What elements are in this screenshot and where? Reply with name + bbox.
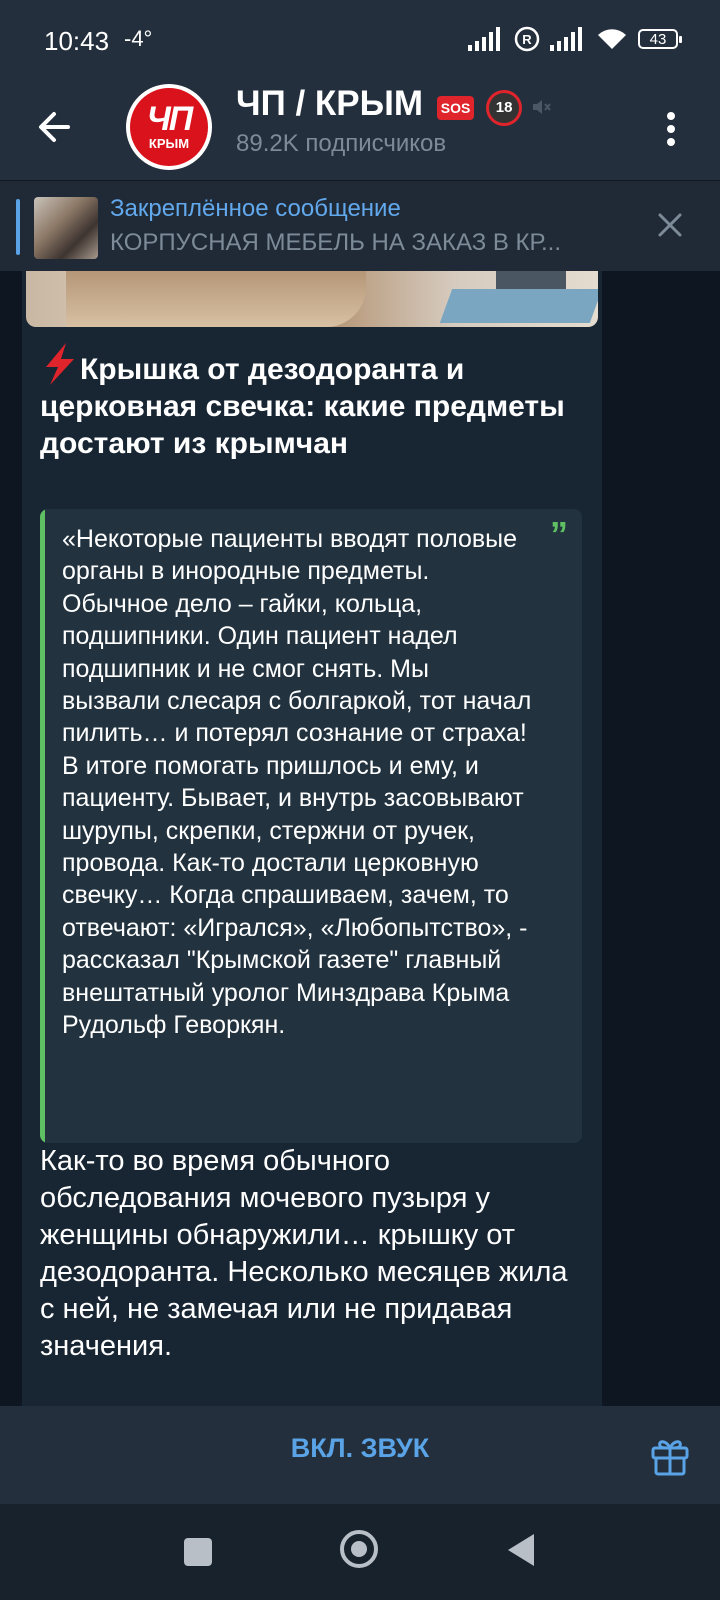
battery-icon: 43	[638, 29, 682, 49]
message-body: Как-то во время обычного обследования мо…	[40, 1145, 568, 1362]
wifi-icon	[598, 29, 626, 49]
gift-icon[interactable]	[648, 1434, 692, 1478]
more-vert-icon[interactable]	[656, 104, 686, 154]
svg-text:R: R	[522, 32, 532, 47]
channel-avatar[interactable]: ЧП КРЫМ	[126, 84, 212, 170]
battery-level: 43	[649, 31, 667, 48]
channel-title[interactable]: ЧП / КРЫМ SOS 18	[236, 84, 523, 126]
recent-apps-icon[interactable]	[184, 1538, 212, 1566]
unmute-button[interactable]: ВКЛ. ЗВУК	[240, 1432, 480, 1465]
sos-badge: SOS	[436, 95, 475, 120]
bottom-bar: ВКЛ. ЗВУК	[0, 1406, 720, 1504]
message-photo[interactable]	[26, 271, 598, 327]
pinned-text: КОРПУСНАЯ МЕБЕЛЬ НА ЗАКАЗ В КР...	[110, 229, 562, 256]
chat-header: ЧП КРЫМ ЧП / КРЫМ SOS 18 89.2K подписчик…	[0, 78, 720, 180]
pinned-thumbnail	[34, 197, 98, 259]
system-navigation-bar	[0, 1504, 720, 1600]
message-quote: ” «Некоторые пациенты вводят половые орг…	[40, 509, 582, 1143]
pinned-message-bar[interactable]: Закреплённое сообщение КОРПУСНАЯ МЕБЕЛЬ …	[0, 180, 720, 271]
headline-text: Крышка от дезодоранта и церковная свечка…	[40, 353, 565, 460]
age-restriction-badge: 18	[486, 89, 523, 126]
message-headline: Крышка от дезодоранта и церковная свечка…	[40, 343, 588, 462]
avatar-logo-subtext: КРЫМ	[148, 136, 190, 151]
chat-area: Крышка от дезодоранта и церковная свечка…	[0, 271, 720, 1406]
quote-icon: ”	[550, 514, 568, 555]
status-icons: R 43	[468, 24, 682, 54]
pinned-title: Закреплённое сообщение	[110, 195, 401, 222]
signal-icon-2	[550, 27, 582, 51]
message-bubble[interactable]: Крышка от дезодоранта и церковная свечка…	[22, 271, 602, 1406]
signal-icon	[468, 27, 500, 51]
back-arrow-icon[interactable]	[30, 102, 80, 152]
nav-back-icon[interactable]	[508, 1534, 534, 1566]
roaming-icon: R	[514, 26, 540, 52]
channel-title-text: ЧП / КРЫМ	[236, 84, 424, 123]
close-icon[interactable]	[654, 209, 686, 241]
quote-bar	[40, 509, 45, 1143]
pinned-indicator	[16, 199, 20, 255]
avatar-logo-text: ЧП	[146, 100, 194, 138]
home-icon[interactable]	[340, 1530, 378, 1568]
lightning-icon	[46, 343, 74, 385]
subscriber-count: 89.2K подписчиков	[236, 130, 447, 157]
status-temperature: -4°	[124, 26, 153, 51]
status-bar: 10:43 -4° R 43	[0, 0, 720, 78]
mute-icon	[533, 100, 551, 114]
quote-text: «Некоторые пациенты вводят половые орган…	[62, 525, 532, 1040]
status-time: 10:43	[44, 26, 110, 56]
